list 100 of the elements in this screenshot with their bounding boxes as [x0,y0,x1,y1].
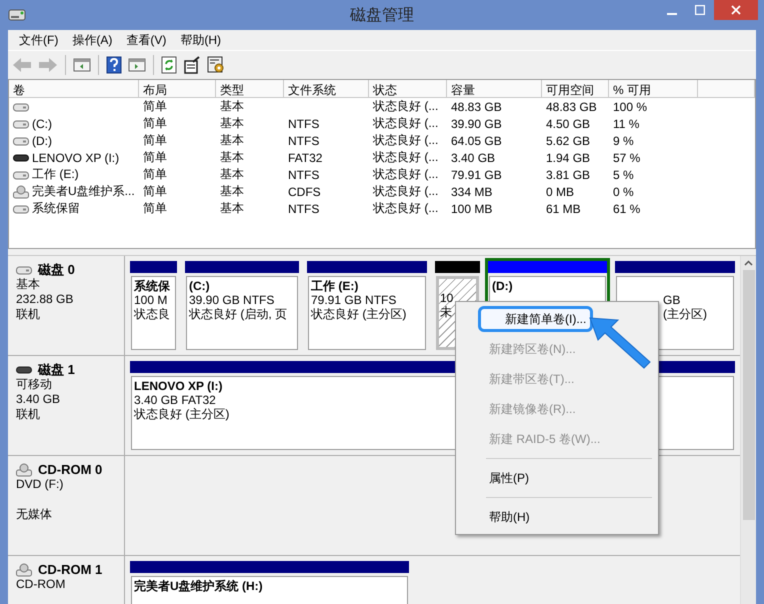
partition-text: GB [663,293,680,307]
disk-status: 联机 [16,307,41,322]
disk-drive-icon [8,7,26,23]
partition-text: 完美者U盘维护系统 (H:) [134,579,263,593]
disk-info: DVD (F:) [16,477,64,492]
table-cell: NTFS [288,116,320,130]
table-cell: 简单 [143,98,167,115]
disk-name: 磁盘 1 [38,362,75,377]
menu-item[interactable]: 新建简单卷(I)... [478,306,594,332]
pane-icon[interactable] [128,57,146,73]
column-header[interactable]: 卷 [9,80,139,98]
table-cell: 基本 [220,166,244,183]
disk-info: 3.40 GB [16,392,62,407]
menu-item[interactable]: 操作(A) [65,30,120,50]
column-header[interactable]: 文件系统 [284,80,369,98]
table-cell: 61 MB [546,202,581,216]
table-cell: 334 MB [451,184,492,198]
table-cell: 100 MB [451,202,492,216]
disk-info: 可移动 [16,377,53,392]
pane-icon[interactable] [73,57,91,73]
table-cell: CDFS [288,184,321,198]
table-cell: 100 % [613,100,648,114]
table-cell: 79.91 GB [451,168,502,182]
table-cell: 48.83 GB [451,100,502,114]
drive-icon [16,264,32,274]
partition-text: (主分区) [663,307,707,321]
settings-icon[interactable] [207,56,225,74]
drive-icon [13,102,29,112]
table-cell: 基本 [220,132,244,149]
column-header[interactable]: 类型 [216,80,284,98]
refresh-icon[interactable] [161,56,177,74]
drive-icon [13,118,29,128]
partition-text: 79.91 GB NTFS [311,293,396,307]
table-cell: 0 % [613,184,634,198]
partition-text: 状态良好 (启动, 页 [189,307,287,321]
table-cell: 基本 [220,149,244,166]
table-cell: 完美者U盘维护系... [32,183,135,200]
table-cell: 3.40 GB [451,150,496,164]
table-cell: 简单 [143,115,167,132]
partition-text: 39.90 GB NTFS [189,293,274,307]
partition-header-bar [130,261,177,273]
table-cell: 5.62 GB [546,134,590,148]
table-cell: 39.90 GB [451,116,502,130]
table-cell: 3.81 GB [546,168,590,182]
partition-text: 工作 (E:) [311,279,358,293]
table-cell: 0 MB [546,184,574,198]
column-header[interactable]: 容量 [447,80,542,98]
window-title: 磁盘管理 [350,6,414,26]
disk-status: 无媒体 [16,507,53,522]
partition-text: 10 [440,291,454,305]
table-cell: 5 % [613,168,634,182]
partition-text: 状态良好 (主分区) [311,307,406,321]
partition-text: 状态良 [134,307,170,321]
properties-icon[interactable] [183,56,201,74]
column-header[interactable]: 状态 [369,80,447,98]
partition-text: 3.40 GB FAT32 [134,393,216,407]
partition-text: (C:) [189,279,210,293]
disk-info: 232.88 GB [16,292,74,307]
partition-header-bar [435,261,480,273]
disk-name: 磁盘 0 [38,262,75,277]
help-icon[interactable] [106,56,122,74]
table-cell: (D:) [32,134,52,148]
close-button[interactable] [714,0,758,20]
table-cell: 系统保留 [32,200,80,217]
table-cell: 状态良好 (... [373,200,438,217]
table-cell: 61 % [613,202,640,216]
scroll-up-icon[interactable] [744,260,753,266]
column-header[interactable]: 可用空间 [542,80,609,98]
disk-name: CD-ROM 0 [38,462,102,477]
menu-item[interactable]: 查看(V) [119,30,174,50]
disk-name: CD-ROM 1 [38,562,102,577]
minimize-icon [667,12,677,14]
menu-item[interactable]: 帮助(H) [173,30,228,50]
drive-icon [13,170,29,180]
table-cell: NTFS [288,134,320,148]
menu-item[interactable]: 文件(F) [12,30,66,50]
table-cell: 状态良好 (... [373,115,438,132]
table-cell: 基本 [220,115,244,132]
disk-status: 联机 [16,407,41,422]
table-cell: 57 % [613,150,640,164]
table-cell: FAT32 [288,150,322,164]
menu-item[interactable]: 属性(P) [460,465,558,491]
scrollbar[interactable] [740,256,756,604]
table-cell: 简单 [143,183,167,200]
partition-text: 状态良好 (主分区) [134,407,230,421]
drive-icon [16,364,32,374]
table-cell: 状态良好 (... [373,183,438,200]
table-cell: 状态良好 (... [373,149,438,166]
table-cell: 4.50 GB [546,116,590,130]
column-header[interactable]: % 可用 [609,80,698,98]
table-cell: 简单 [143,200,167,217]
table-cell: NTFS [288,168,320,182]
table-cell: 基本 [220,183,244,200]
partition-text: 100 M [134,293,168,307]
column-header[interactable]: 布局 [139,80,216,98]
table-cell: 48.83 GB [546,100,597,114]
drive-icon [13,136,29,146]
partition-text: 系统保 [134,279,170,293]
drive-icon [13,204,29,214]
menu-item[interactable]: 帮助(H) [460,504,559,530]
